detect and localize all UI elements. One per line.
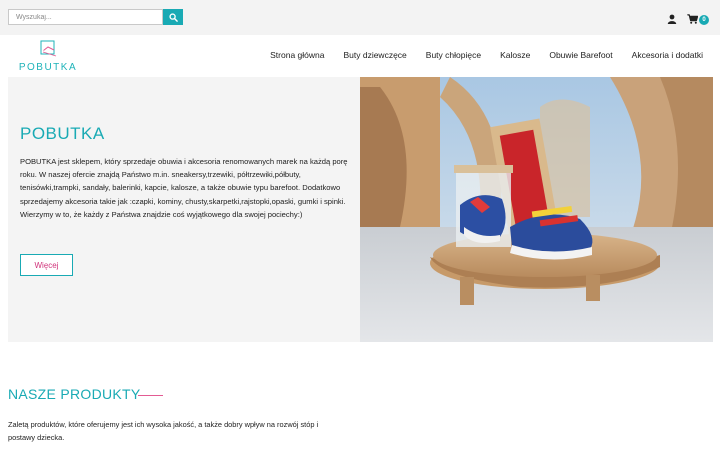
nav-item-home[interactable]: Strona główna <box>270 50 324 60</box>
top-bar: 0 <box>0 0 720 35</box>
cart-icon[interactable] <box>687 14 698 24</box>
nav-item-girls-shoes[interactable]: Buty dziewczęce <box>343 50 406 60</box>
main-nav: Strona główna Buty dziewczęce Buty chłop… <box>270 50 703 60</box>
products-section-title: NASZE PRODUKTY <box>8 386 141 402</box>
hero-title: POBUTKA <box>20 124 105 143</box>
search-icon <box>168 12 178 22</box>
hero-image <box>360 77 713 342</box>
products-title-divider <box>138 395 163 396</box>
nav-item-barefoot[interactable]: Obuwie Barefoot <box>549 50 612 60</box>
nav-item-accessories[interactable]: Akcesoria i dodatki <box>632 50 703 60</box>
nav-item-boys-shoes[interactable]: Buty chłopięce <box>426 50 481 60</box>
nav-item-wellies[interactable]: Kalosze <box>500 50 530 60</box>
search-input[interactable] <box>8 9 163 25</box>
hero-photo <box>360 77 713 342</box>
logo-mark-icon <box>40 40 57 57</box>
more-button[interactable]: Więcej <box>20 254 73 276</box>
products-description: Zaletą produktów, które oferujemy jest i… <box>8 420 319 442</box>
search-button[interactable] <box>163 9 183 25</box>
cart-count-badge: 0 <box>699 15 709 25</box>
logo-text: POBUTKA <box>18 62 78 73</box>
logo[interactable]: POBUTKA <box>17 40 79 74</box>
hero-description: POBUTKA jest sklepem, który sprzedaje ob… <box>20 157 348 219</box>
user-icon[interactable] <box>667 14 677 24</box>
